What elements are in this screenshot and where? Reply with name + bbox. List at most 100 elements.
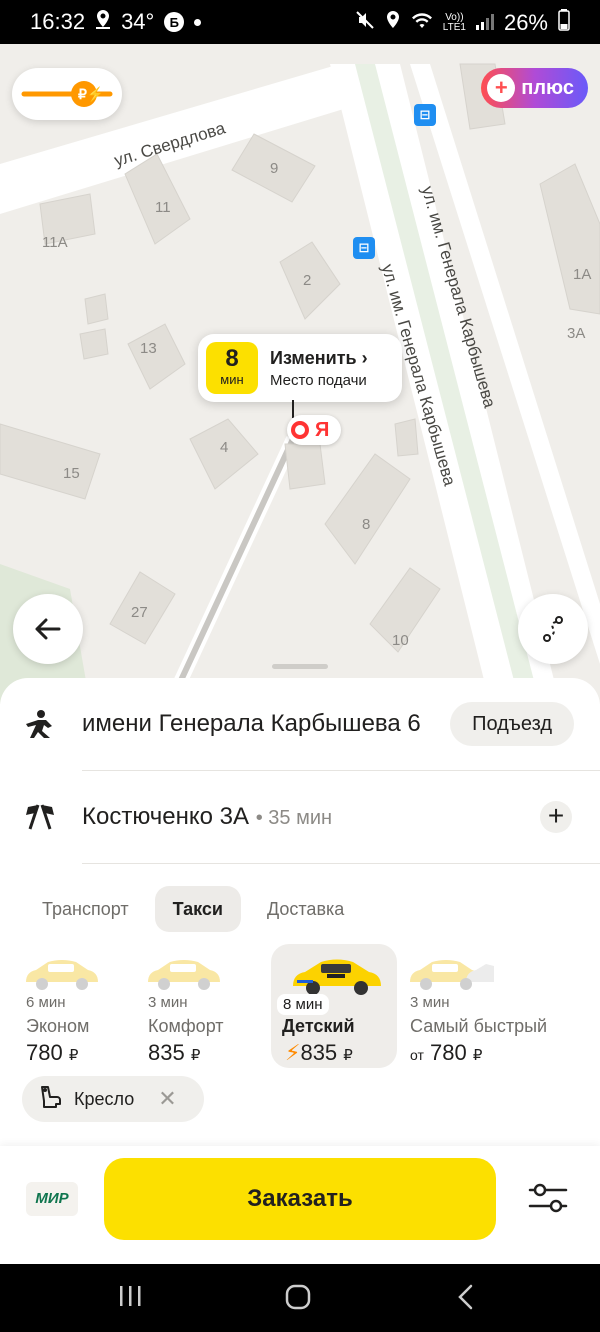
house-number: 11 <box>155 199 171 216</box>
location-icon <box>95 9 111 35</box>
home-icon[interactable] <box>285 1284 311 1312</box>
house-number: 27 <box>131 604 148 621</box>
cashback-chip[interactable]: ₽⚡ <box>12 68 122 120</box>
add-stop-button[interactable]: + <box>540 801 572 833</box>
tariff-price: 780 ₽ <box>26 1040 78 1066</box>
mute-icon <box>355 10 375 36</box>
back-button[interactable] <box>13 594 83 664</box>
plus-button[interactable]: + плюс <box>481 68 588 108</box>
tariff-economy[interactable]: 6 мин Эконом 780 ₽ <box>22 944 148 1068</box>
price-value: 835 <box>148 1040 185 1065</box>
bus-stop-icon[interactable]: ⊟ <box>414 104 436 126</box>
plus-label: плюс <box>521 76 574 99</box>
pickup-address-row[interactable]: имени Генерала Карбышева 6 Подъезд <box>0 678 600 770</box>
destination-address: Костюченко 3А • 35 мин <box>82 803 332 831</box>
route-icon <box>543 616 563 642</box>
entrance-button[interactable]: Подъезд <box>450 702 574 746</box>
plus-icon: + <box>487 74 516 102</box>
house-number: 4 <box>220 439 229 456</box>
tariff-fastest[interactable]: 3 мин Самый быстрый от 780 ₽ <box>406 944 576 1068</box>
chevron-right-icon: › <box>361 348 368 368</box>
battery-percent: 26% <box>503 10 548 35</box>
change-pickup-link[interactable]: Изменить › <box>270 348 368 369</box>
finish-flag-icon <box>24 801 56 833</box>
system-nav-bar <box>0 1264 600 1332</box>
price-currency: ₽ <box>343 1047 353 1064</box>
price-value: 780 <box>26 1040 63 1065</box>
tariff-price: 835 ₽ <box>148 1040 200 1066</box>
pickup-place-label: Место подачи <box>270 372 367 389</box>
service-tabs: Транспорт Такси Доставка <box>24 886 362 934</box>
tariff-comfort[interactable]: 3 мин Комфорт 835 ₽ <box>144 944 270 1068</box>
divider <box>82 863 600 864</box>
wifi-icon <box>411 10 433 36</box>
pin-letter: Я <box>315 418 330 441</box>
child-seat-chip[interactable]: Кресло ✕ <box>22 1076 204 1122</box>
tariff-list: 6 мин Эконом 780 ₽ 3 мин Комфорт 835 ₽ 8… <box>0 944 600 1070</box>
house-number: 3А <box>567 325 586 342</box>
status-badge: Б <box>164 12 185 32</box>
order-bar: МИР Заказать <box>0 1146 600 1264</box>
status-bar: 16:32 34° Б Vo)) LTE1 26% <box>0 0 600 44</box>
house-number: 2 <box>303 272 312 289</box>
tariff-child[interactable]: 8 мин Детский ⚡835 ₽ <box>271 944 397 1068</box>
network-type: Vo)) LTE1 <box>443 13 466 33</box>
sliders-icon <box>528 1183 568 1213</box>
recent-apps-icon[interactable] <box>118 1284 142 1312</box>
house-number: 13 <box>140 340 157 357</box>
status-temperature: 34° <box>121 9 155 34</box>
house-number: 9 <box>270 160 279 177</box>
order-button[interactable]: Заказать <box>104 1158 496 1240</box>
price-value: 835 <box>300 1040 338 1065</box>
tariff-price: от 780 ₽ <box>410 1040 482 1066</box>
destination-address-row[interactable]: Костюченко 3А • 35 мин + <box>0 771 600 863</box>
child-seat-label: Кресло <box>74 1088 135 1109</box>
car-icon <box>148 960 220 990</box>
svg-text:₽⚡: ₽⚡ <box>78 86 104 103</box>
tariff-name: Эконом <box>26 1016 90 1036</box>
price-value: 780 <box>430 1040 467 1065</box>
eta-minutes: 8 <box>225 345 239 372</box>
bus-stop-icon[interactable]: ⊟ <box>353 237 375 259</box>
car-icon <box>410 960 494 990</box>
order-settings-button[interactable] <box>526 1180 570 1216</box>
close-icon[interactable]: ✕ <box>158 1086 176 1112</box>
location-status-icon <box>385 10 401 36</box>
tariff-eta: 6 мин <box>26 994 66 1011</box>
map-view[interactable]: 9 11 11А 2 13 4 15 8 27 10 1А 3А ул. Све… <box>0 44 600 704</box>
arrow-left-icon <box>35 618 61 640</box>
pickup-tooltip[interactable]: 8 мин Изменить › Место подачи <box>198 334 402 402</box>
pickup-stem <box>292 400 294 418</box>
house-number: 11А <box>42 234 68 251</box>
route-button[interactable] <box>518 594 588 664</box>
back-nav-icon[interactable] <box>456 1284 476 1312</box>
pickup-pin[interactable]: Я <box>287 415 341 445</box>
tariff-eta: 8 мин <box>277 994 329 1015</box>
price-prefix: от <box>410 1047 424 1063</box>
battery-icon <box>558 9 570 37</box>
tab-transport[interactable]: Транспорт <box>24 886 147 932</box>
pedestrian-icon <box>24 708 56 740</box>
house-number: 1А <box>573 266 592 283</box>
status-time: 16:32 <box>30 9 86 34</box>
car-icon <box>26 960 98 990</box>
cashback-icon: ₽⚡ <box>21 81 113 107</box>
price-currency: ₽ <box>190 1047 201 1064</box>
sheet-handle[interactable] <box>272 664 328 669</box>
tariff-name: Комфорт <box>148 1016 224 1036</box>
order-sheet: имени Генерала Карбышева 6 Подъезд Костю… <box>0 664 600 1264</box>
notification-dot-icon <box>194 18 202 26</box>
tariff-price: ⚡835 ₽ <box>285 1040 353 1066</box>
destination-name: Костюченко 3А <box>82 803 250 830</box>
network-bottom: LTE1 <box>442 22 466 33</box>
eta-badge: 8 мин <box>206 342 258 394</box>
house-number: 15 <box>63 465 80 482</box>
change-pickup-label: Изменить <box>270 348 357 368</box>
signal-icon <box>475 10 494 36</box>
payment-method-button[interactable]: МИР <box>26 1182 78 1216</box>
tab-taxi[interactable]: Такси <box>154 886 241 932</box>
tab-delivery[interactable]: Доставка <box>249 886 362 932</box>
house-number: 10 <box>392 632 409 649</box>
tariff-eta: 3 мин <box>148 994 188 1011</box>
child-seat-icon <box>36 1084 62 1115</box>
